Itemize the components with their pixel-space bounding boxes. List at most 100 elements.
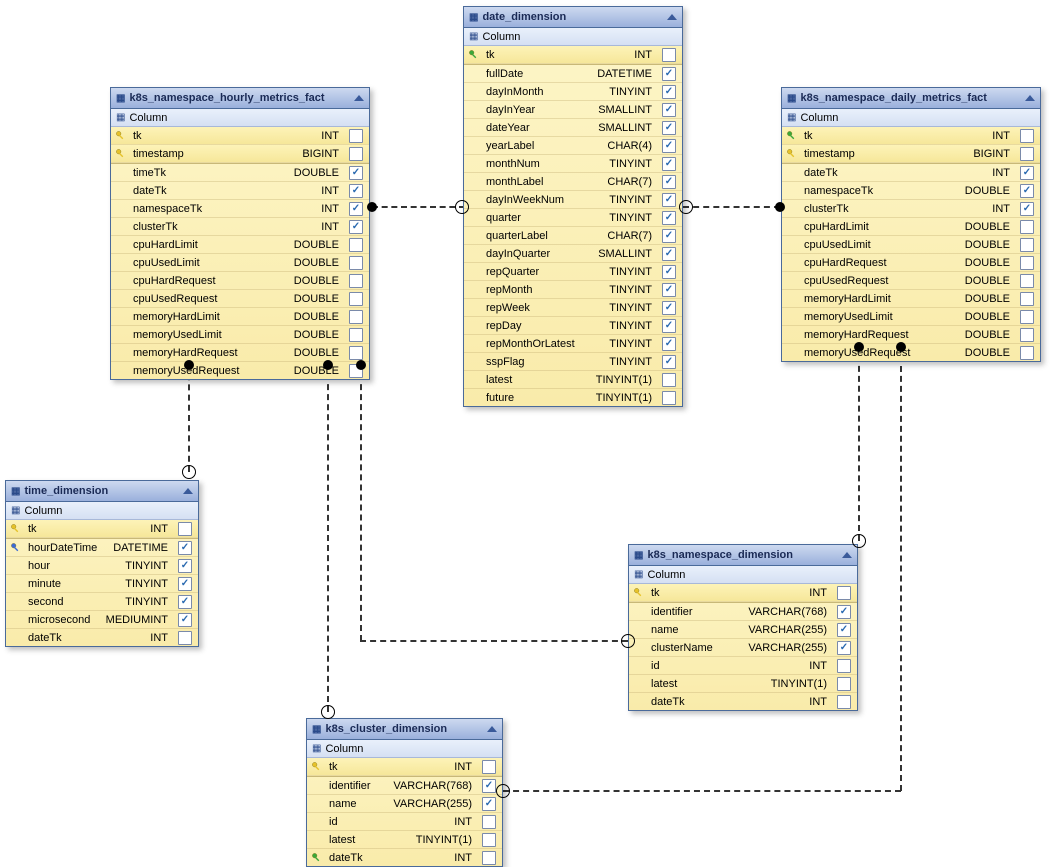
table-daily-fact[interactable]: ▦ k8s_namespace_daily_metrics_fact ▦ Col… <box>781 87 1041 362</box>
checkbox[interactable] <box>349 129 363 143</box>
checkbox[interactable] <box>1020 220 1034 234</box>
table-time-dimension[interactable]: ▦ time_dimension ▦ Column tkINThourDateT… <box>5 480 199 647</box>
table-row[interactable]: memoryUsedLimitDOUBLE <box>782 308 1040 326</box>
checkbox[interactable] <box>662 139 676 153</box>
table-row[interactable]: dateYearSMALLINT <box>464 119 682 137</box>
checkbox[interactable] <box>1020 184 1034 198</box>
checkbox[interactable] <box>662 193 676 207</box>
table-row[interactable]: hourDateTimeDATETIME <box>6 539 198 557</box>
checkbox[interactable] <box>662 85 676 99</box>
checkbox[interactable] <box>482 851 496 865</box>
table-row[interactable]: identifierVARCHAR(768) <box>629 603 857 621</box>
checkbox[interactable] <box>482 833 496 847</box>
table-row[interactable]: cpuUsedLimitDOUBLE <box>782 236 1040 254</box>
checkbox[interactable] <box>837 659 851 673</box>
checkbox[interactable] <box>662 337 676 351</box>
collapse-icon[interactable] <box>354 95 364 101</box>
table-row[interactable]: timeTkDOUBLE <box>111 164 369 182</box>
checkbox[interactable] <box>349 166 363 180</box>
table-row[interactable]: timestampBIGINT <box>782 145 1040 163</box>
checkbox[interactable] <box>178 559 192 573</box>
checkbox[interactable] <box>178 522 192 536</box>
table-row[interactable]: tkINT <box>111 127 369 145</box>
table-row[interactable]: memoryHardRequestDOUBLE <box>782 326 1040 344</box>
table-title[interactable]: ▦ k8s_namespace_daily_metrics_fact <box>782 88 1040 109</box>
checkbox[interactable] <box>662 355 676 369</box>
checkbox[interactable] <box>349 202 363 216</box>
checkbox[interactable] <box>349 310 363 324</box>
table-row[interactable]: minuteTINYINT <box>6 575 198 593</box>
table-row[interactable]: yearLabelCHAR(4) <box>464 137 682 155</box>
checkbox[interactable] <box>178 577 192 591</box>
checkbox[interactable] <box>1020 328 1034 342</box>
checkbox[interactable] <box>178 541 192 555</box>
table-row[interactable]: repQuarterTINYINT <box>464 263 682 281</box>
checkbox[interactable] <box>178 613 192 627</box>
table-namespace-dimension[interactable]: ▦ k8s_namespace_dimension ▦ Column tkINT… <box>628 544 858 711</box>
checkbox[interactable] <box>1020 274 1034 288</box>
checkbox[interactable] <box>837 623 851 637</box>
table-row[interactable]: cpuHardRequestDOUBLE <box>111 272 369 290</box>
table-row[interactable]: repMonthTINYINT <box>464 281 682 299</box>
checkbox[interactable] <box>837 695 851 709</box>
collapse-icon[interactable] <box>667 14 677 20</box>
table-row[interactable]: nameVARCHAR(255) <box>307 795 502 813</box>
checkbox[interactable] <box>349 346 363 360</box>
table-row[interactable]: cpuUsedLimitDOUBLE <box>111 254 369 272</box>
checkbox[interactable] <box>662 175 676 189</box>
checkbox[interactable] <box>1020 238 1034 252</box>
table-row[interactable]: dayInWeekNumTINYINT <box>464 191 682 209</box>
table-row[interactable]: memoryUsedLimitDOUBLE <box>111 326 369 344</box>
table-row[interactable]: cpuHardRequestDOUBLE <box>782 254 1040 272</box>
checkbox[interactable] <box>662 211 676 225</box>
collapse-icon[interactable] <box>183 488 193 494</box>
collapse-icon[interactable] <box>842 552 852 558</box>
table-row[interactable]: dayInQuarterSMALLINT <box>464 245 682 263</box>
table-row[interactable]: tkINT <box>629 584 857 602</box>
table-cluster-dimension[interactable]: ▦ k8s_cluster_dimension ▦ Column tkINTid… <box>306 718 503 867</box>
collapse-icon[interactable] <box>1025 95 1035 101</box>
table-row[interactable]: clusterNameVARCHAR(255) <box>629 639 857 657</box>
table-title[interactable]: ▦ time_dimension <box>6 481 198 502</box>
checkbox[interactable] <box>837 605 851 619</box>
checkbox[interactable] <box>349 220 363 234</box>
checkbox[interactable] <box>1020 147 1034 161</box>
table-row[interactable]: dateTkINT <box>307 849 502 866</box>
checkbox[interactable] <box>178 631 192 645</box>
checkbox[interactable] <box>662 67 676 81</box>
table-row[interactable]: tkINT <box>307 758 502 776</box>
checkbox[interactable] <box>1020 346 1034 360</box>
checkbox[interactable] <box>1020 166 1034 180</box>
table-row[interactable]: latestTINYINT(1) <box>307 831 502 849</box>
table-title[interactable]: ▦ k8s_namespace_dimension <box>629 545 857 566</box>
table-row[interactable]: tkINT <box>464 46 682 64</box>
table-hourly-fact[interactable]: ▦ k8s_namespace_hourly_metrics_fact ▦ Co… <box>110 87 370 380</box>
table-row[interactable]: quarterLabelCHAR(7) <box>464 227 682 245</box>
table-row[interactable]: monthLabelCHAR(7) <box>464 173 682 191</box>
checkbox[interactable] <box>662 301 676 315</box>
table-title[interactable]: ▦ k8s_cluster_dimension <box>307 719 502 740</box>
table-row[interactable]: microsecondMEDIUMINT <box>6 611 198 629</box>
table-row[interactable]: dateTkINT <box>629 693 857 710</box>
checkbox[interactable] <box>349 184 363 198</box>
checkbox[interactable] <box>662 157 676 171</box>
table-row[interactable]: dayInYearSMALLINT <box>464 101 682 119</box>
checkbox[interactable] <box>482 779 496 793</box>
table-row[interactable]: namespaceTkINT <box>111 200 369 218</box>
table-row[interactable]: repWeekTINYINT <box>464 299 682 317</box>
checkbox[interactable] <box>662 247 676 261</box>
checkbox[interactable] <box>662 229 676 243</box>
table-title[interactable]: ▦ k8s_namespace_hourly_metrics_fact <box>111 88 369 109</box>
table-row[interactable]: memoryUsedRequestDOUBLE <box>782 344 1040 361</box>
table-row[interactable]: nameVARCHAR(255) <box>629 621 857 639</box>
checkbox[interactable] <box>349 328 363 342</box>
checkbox[interactable] <box>1020 202 1034 216</box>
table-row[interactable]: repDayTINYINT <box>464 317 682 335</box>
table-row[interactable]: quarterTINYINT <box>464 209 682 227</box>
table-row[interactable]: dateTkINT <box>111 182 369 200</box>
checkbox[interactable] <box>349 238 363 252</box>
checkbox[interactable] <box>1020 310 1034 324</box>
table-row[interactable]: futureTINYINT(1) <box>464 389 682 406</box>
table-row[interactable]: monthNumTINYINT <box>464 155 682 173</box>
table-row[interactable]: secondTINYINT <box>6 593 198 611</box>
